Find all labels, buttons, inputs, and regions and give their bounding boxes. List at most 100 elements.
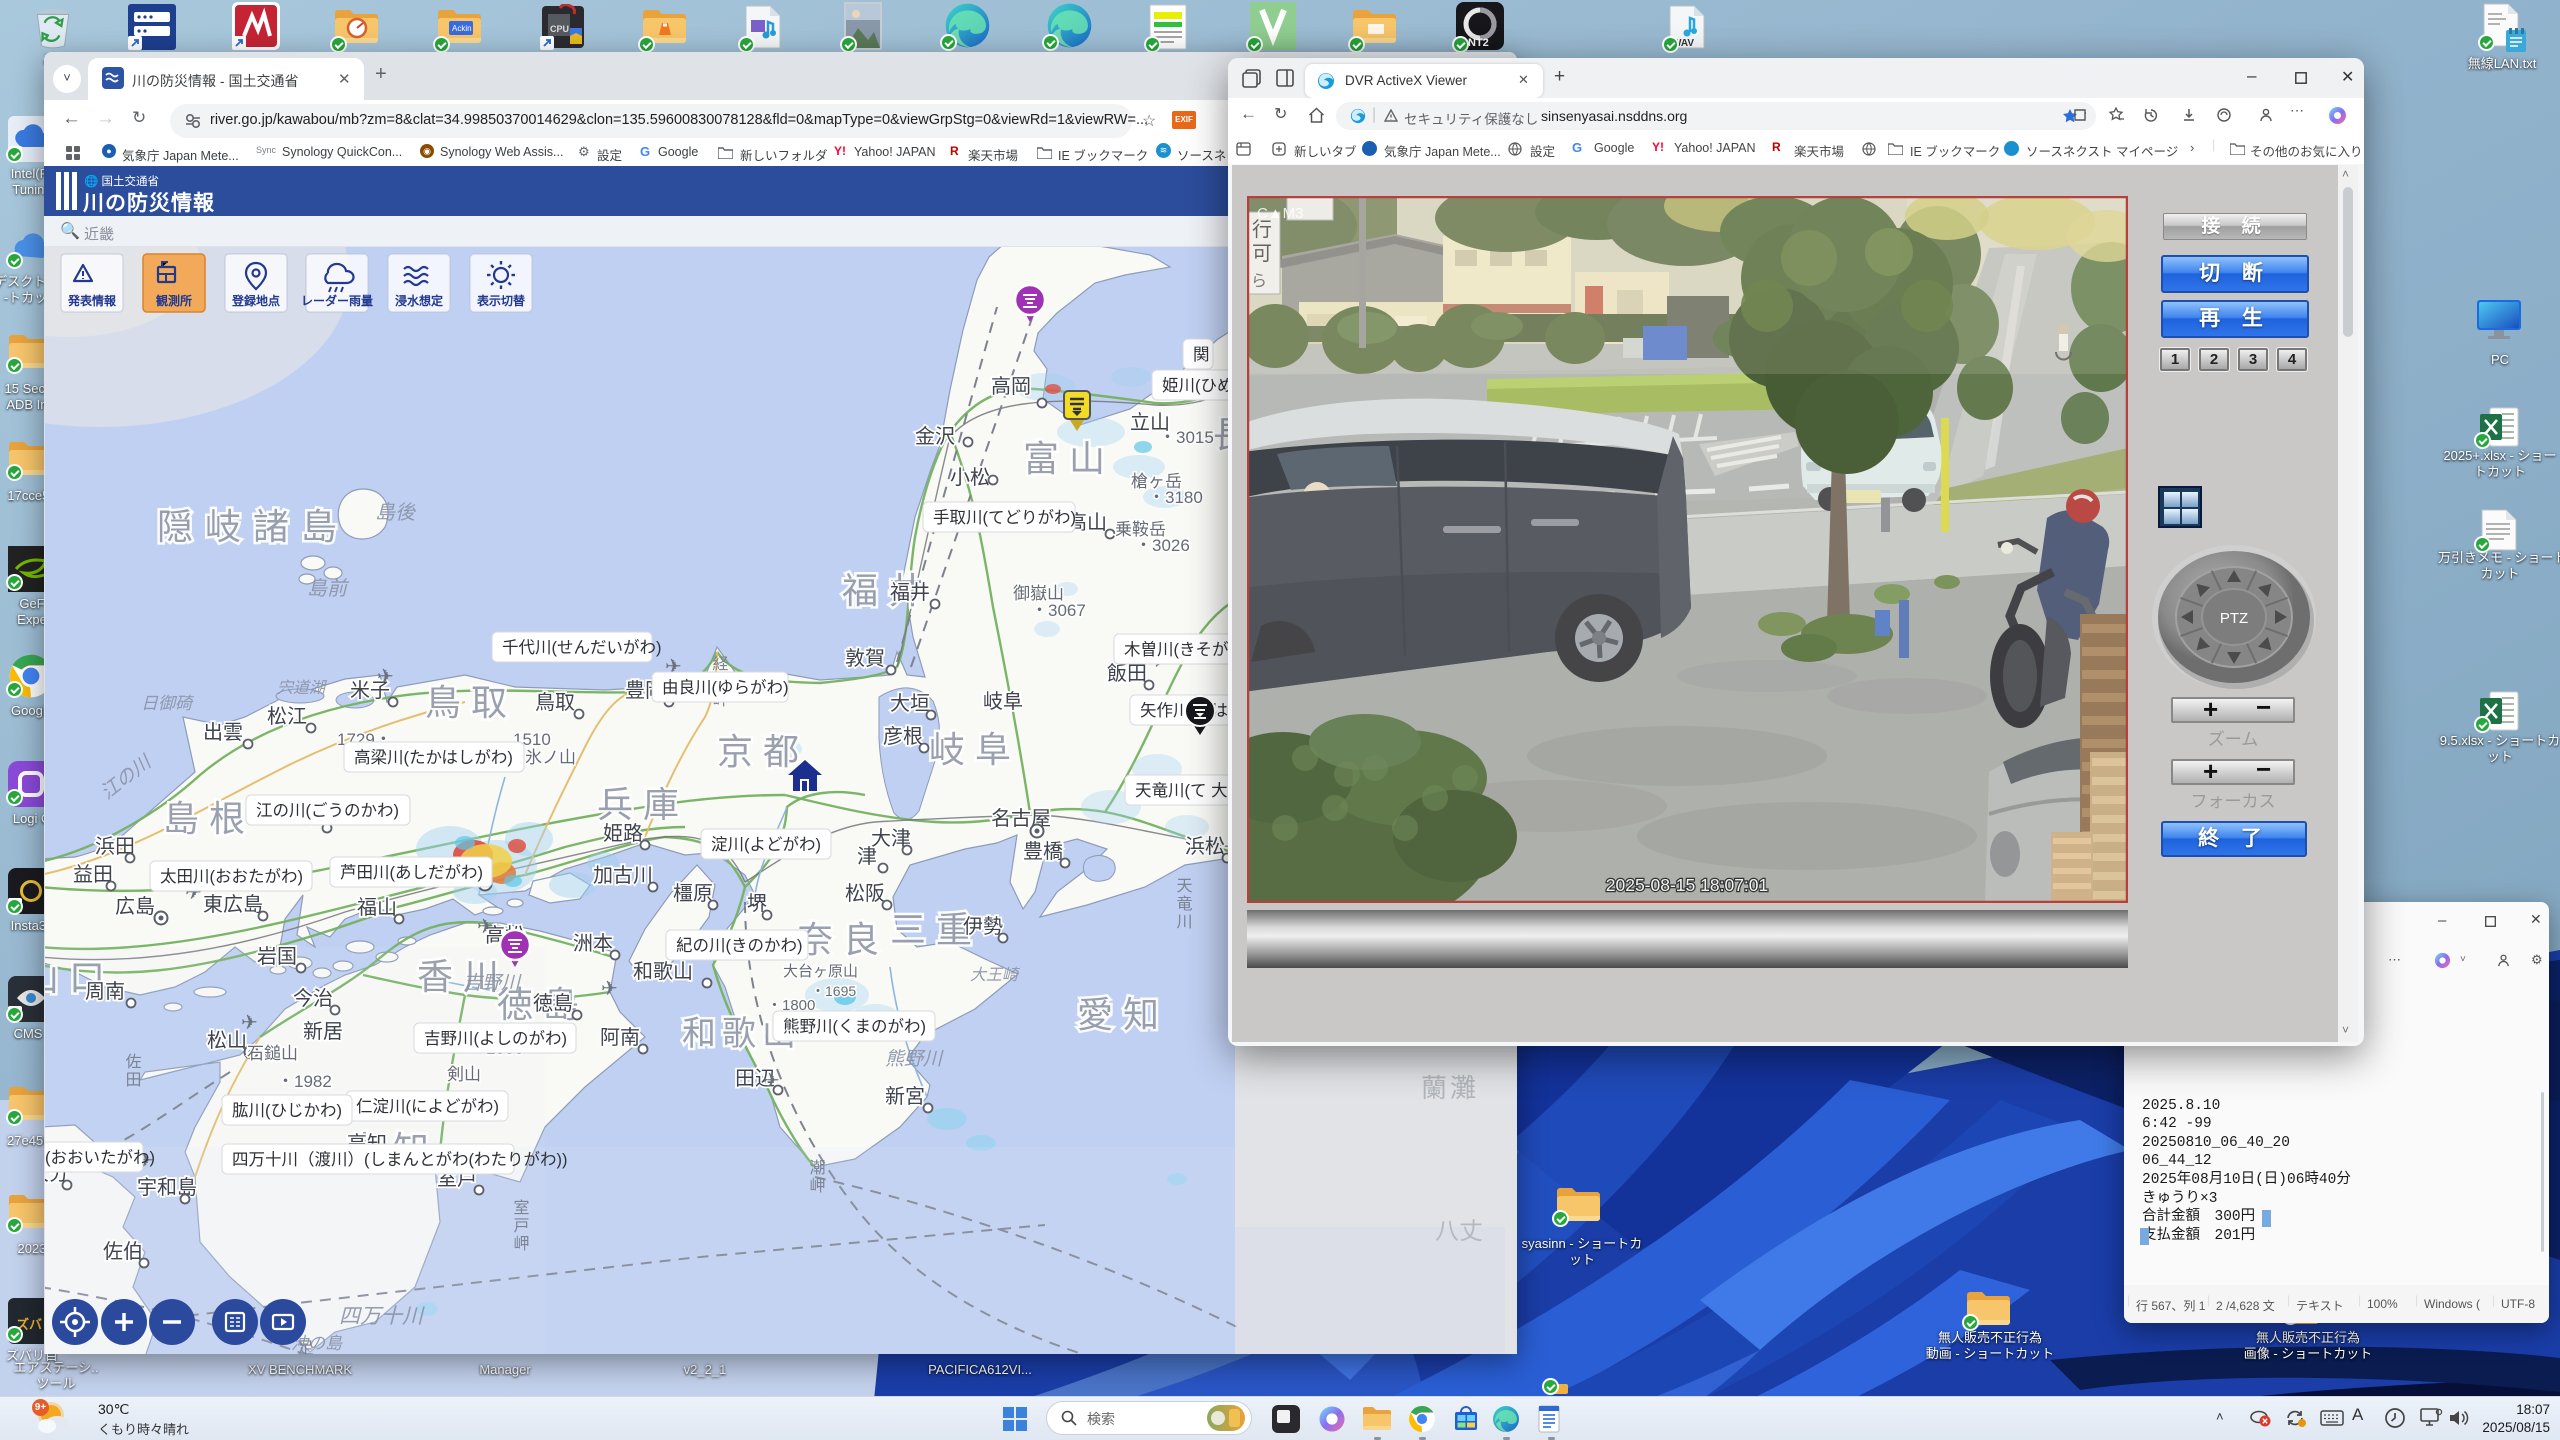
svg-text:NT2: NT2 bbox=[1468, 37, 1489, 49]
svg-text:・3067: ・3067 bbox=[1031, 601, 1086, 620]
svg-text:✈: ✈ bbox=[601, 978, 618, 1000]
svg-text:淀川(よどがわ): 淀川(よどがわ) bbox=[711, 835, 821, 854]
svg-text:松阪: 松阪 bbox=[845, 882, 885, 905]
svg-text:足摺岬: 足摺岬 bbox=[295, 1339, 314, 1354]
svg-text:鳥取: 鳥取 bbox=[425, 682, 517, 723]
svg-text:福井: 福井 bbox=[890, 581, 930, 604]
svg-text:関: 関 bbox=[1193, 346, 1210, 364]
svg-text:千代川(せんだいがわ): 千代川(せんだいがわ) bbox=[502, 638, 662, 657]
svg-text:島根: 島根 bbox=[163, 798, 255, 839]
svg-text:八丈: 八丈 bbox=[1435, 1218, 1483, 1245]
svg-text:・3180: ・3180 bbox=[1148, 488, 1203, 507]
svg-text:2025-08-15 18:07:01: 2025-08-15 18:07:01 bbox=[1606, 875, 1769, 895]
svg-text:✈: ✈ bbox=[241, 1012, 258, 1034]
svg-text:石鎚山: 石鎚山 bbox=[247, 1044, 298, 1063]
svg-text:佐田: 佐田 bbox=[123, 1053, 142, 1089]
svg-text:姫路: 姫路 bbox=[603, 822, 643, 845]
svg-text:福山: 福山 bbox=[357, 896, 397, 919]
svg-text:島前: 島前 bbox=[307, 578, 350, 600]
svg-text:浜松: 浜松 bbox=[1185, 835, 1225, 858]
svg-text:松江: 松江 bbox=[267, 705, 307, 728]
svg-text:観測所: 観測所 bbox=[156, 293, 192, 308]
svg-text:大垣: 大垣 bbox=[890, 692, 930, 715]
svg-text:吉野川: 吉野川 bbox=[463, 973, 522, 994]
svg-text:阿南: 阿南 bbox=[600, 1026, 640, 1049]
svg-text:蘭灘: 蘭灘 bbox=[1421, 1073, 1479, 1103]
svg-text:四万十川（渡川）(しまんとがわ(わたりがわ)): 四万十川（渡川）(しまんとがわ(わたりがわ)) bbox=[232, 1150, 567, 1169]
svg-text:津: 津 bbox=[857, 845, 877, 868]
svg-text:新宮: 新宮 bbox=[885, 1085, 925, 1108]
svg-text:宍道湖: 宍道湖 bbox=[277, 679, 328, 697]
svg-text:徳島: 徳島 bbox=[533, 992, 573, 1015]
svg-text:島後: 島後 bbox=[375, 502, 416, 524]
svg-text:・1695: ・1695 bbox=[811, 983, 856, 999]
svg-text:富山: 富山 bbox=[1023, 438, 1115, 479]
svg-text:京都: 京都 bbox=[717, 731, 809, 772]
svg-text:加古川: 加古川 bbox=[593, 864, 653, 887]
svg-text:四万十川: 四万十川 bbox=[339, 1305, 425, 1328]
svg-text:出雲: 出雲 bbox=[203, 721, 243, 744]
svg-text:兵庫: 兵庫 bbox=[597, 784, 689, 825]
svg-text:岩国: 岩国 bbox=[257, 945, 297, 968]
svg-text:大王崎: 大王崎 bbox=[970, 966, 1020, 984]
svg-text:日御碕: 日御碕 bbox=[141, 694, 195, 713]
svg-text:・3015: ・3015 bbox=[1159, 428, 1214, 447]
svg-text:吉野川(よしのがわ): 吉野川(よしのがわ) bbox=[424, 1029, 567, 1048]
svg-text:金沢: 金沢 bbox=[915, 425, 955, 448]
svg-text:和歌山: 和歌山 bbox=[633, 960, 693, 983]
svg-text:新居: 新居 bbox=[303, 1020, 343, 1043]
svg-text:佐伯: 佐伯 bbox=[103, 1240, 143, 1263]
svg-text:飯田: 飯田 bbox=[1107, 662, 1147, 685]
svg-text:剣山: 剣山 bbox=[447, 1065, 481, 1084]
svg-text:Ackin: Ackin bbox=[452, 24, 472, 33]
svg-text:橿原: 橿原 bbox=[673, 882, 713, 905]
svg-text:太田川(おおたがわ): 太田川(おおたがわ) bbox=[160, 867, 303, 886]
svg-text:周南: 周南 bbox=[85, 980, 125, 1003]
svg-text:熊野川: 熊野川 bbox=[885, 1048, 944, 1070]
svg-text:レーダー雨量: レーダー雨量 bbox=[301, 293, 373, 308]
svg-text:手取川(てどりがわ): 手取川(てどりがわ) bbox=[933, 508, 1076, 527]
svg-text:浸水想定: 浸水想定 bbox=[395, 293, 443, 308]
svg-text:豊橋: 豊橋 bbox=[1023, 840, 1063, 863]
svg-text:(おおいたがわ): (おおいたがわ) bbox=[45, 1148, 155, 1167]
svg-text:洲本: 洲本 bbox=[573, 932, 613, 955]
svg-text:小松: 小松 bbox=[950, 466, 990, 489]
svg-text:発表情報: 発表情報 bbox=[67, 293, 117, 308]
svg-text:登録地点: 登録地点 bbox=[231, 293, 280, 308]
svg-text:紀の川(きのかわ): 紀の川(きのかわ) bbox=[676, 936, 803, 955]
svg-text:✈: ✈ bbox=[763, 1070, 780, 1092]
svg-text:隠岐諸島: 隠岐諸島 bbox=[157, 506, 349, 547]
svg-text:愛知: 愛知 bbox=[1077, 994, 1169, 1035]
svg-text:✈: ✈ bbox=[377, 666, 394, 688]
svg-text:C▲M3: C▲M3 bbox=[1257, 205, 1304, 222]
svg-text:江の川(ごうのかわ): 江の川(ごうのかわ) bbox=[256, 801, 399, 820]
svg-text:東広島: 東広島 bbox=[203, 893, 263, 916]
svg-text:彦根: 彦根 bbox=[883, 725, 923, 748]
svg-text:表示切替: 表示切替 bbox=[476, 293, 526, 308]
svg-text:芦田川(あしだがわ): 芦田川(あしだがわ) bbox=[340, 863, 483, 882]
svg-text:岐阜: 岐阜 bbox=[929, 729, 1021, 770]
svg-text:CPU: CPU bbox=[550, 24, 569, 34]
svg-text:高岡: 高岡 bbox=[991, 375, 1031, 398]
svg-text:鳥取: 鳥取 bbox=[535, 691, 575, 714]
svg-text:由良川(ゆらがわ): 由良川(ゆらがわ) bbox=[662, 678, 789, 697]
svg-text:仁淀川(によどがわ): 仁淀川(によどがわ) bbox=[356, 1097, 499, 1116]
svg-text:広島: 広島 bbox=[115, 895, 155, 918]
svg-text:今治: 今治 bbox=[293, 987, 333, 1010]
svg-text:高梁川(たかはしがわ): 高梁川(たかはしがわ) bbox=[354, 748, 513, 767]
svg-text:氷ノ山: 氷ノ山 bbox=[525, 748, 576, 767]
svg-text:肱川(ひじかわ): 肱川(ひじかわ) bbox=[232, 1101, 342, 1120]
svg-text:天竜川: 天竜川 bbox=[1174, 877, 1193, 931]
svg-text:✈: ✈ bbox=[477, 916, 494, 938]
svg-text:・1982: ・1982 bbox=[277, 1072, 332, 1091]
svg-text:伊勢: 伊勢 bbox=[963, 915, 1003, 938]
svg-text:室戸岬: 室戸岬 bbox=[511, 1199, 530, 1253]
svg-text:岐阜: 岐阜 bbox=[983, 690, 1023, 713]
svg-text:・3026: ・3026 bbox=[1135, 536, 1190, 555]
svg-text:潮岬: 潮岬 bbox=[807, 1159, 826, 1195]
svg-text:敦賀: 敦賀 bbox=[845, 647, 885, 670]
svg-text:姫川(ひめ: 姫川(ひめ bbox=[1162, 376, 1234, 395]
svg-text:大台ヶ原山: 大台ヶ原山 bbox=[783, 963, 858, 980]
svg-text:奈良: 奈良 bbox=[797, 919, 889, 960]
svg-text:熊野川(くまのがわ): 熊野川(くまのがわ) bbox=[783, 1017, 926, 1036]
